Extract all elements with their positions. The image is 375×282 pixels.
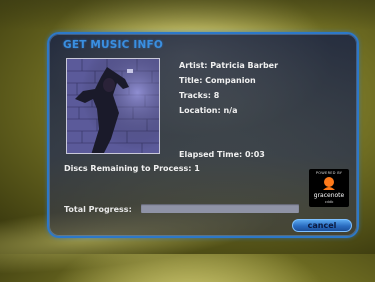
total-progress-bar (141, 204, 299, 213)
tracks-text: Tracks: 8 (179, 91, 220, 100)
total-progress-label: Total Progress: (64, 205, 132, 214)
background-shade (0, 0, 375, 30)
album-cover-image (66, 58, 160, 154)
location-text: Location: n/a (179, 106, 238, 115)
artist-text: Artist: Patricia Barber (179, 61, 279, 70)
cddb-text: cddb (324, 200, 334, 204)
gracenote-brand-text: gracenote (313, 192, 345, 199)
cancel-button[interactable]: cancel (292, 219, 352, 232)
dialog-title: GET MUSIC INFO (63, 39, 164, 51)
discs-remaining-text: Discs Remaining to Process: 1 (64, 164, 200, 173)
title-text: Title: Companion (179, 76, 256, 85)
gracenote-badge: POWERED BY gracenote cddb (309, 169, 349, 207)
get-music-info-dialog: GET MUSIC INFO Artist: Patricia Barber T… (47, 32, 359, 238)
elapsed-time-text: Elapsed Time: 0:03 (179, 150, 265, 159)
